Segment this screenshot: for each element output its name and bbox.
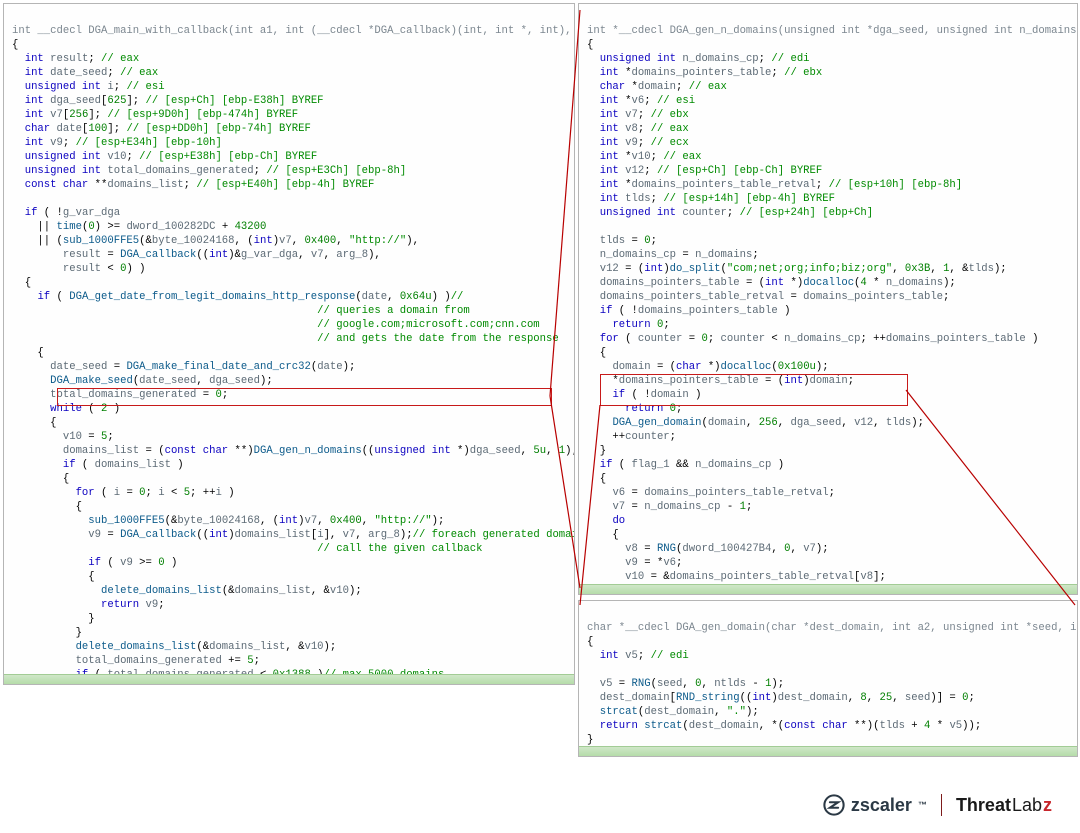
logo-bar: zscaler ™ ThreatLabz <box>0 777 1080 833</box>
code-block-main[interactable]: int __cdecl DGA_main_with_callback(int a… <box>4 4 574 685</box>
zscaler-icon <box>823 794 845 816</box>
pane-footer <box>579 746 1077 756</box>
decompiler-pane-right-bottom: char *__cdecl DGA_gen_domain(char *dest_… <box>578 600 1078 757</box>
pane-footer <box>579 584 1077 594</box>
fn-signature: char *__cdecl DGA_gen_domain(char *dest_… <box>587 622 1078 634</box>
zscaler-logo: zscaler ™ <box>823 794 927 816</box>
tm-mark: ™ <box>918 798 927 812</box>
decompiler-pane-left: int __cdecl DGA_main_with_callback(int a… <box>3 3 575 685</box>
fn-signature: int __cdecl DGA_main_with_callback(int a… <box>12 25 575 37</box>
screenshot-root: int __cdecl DGA_main_with_callback(int a… <box>0 0 1080 833</box>
threat-text: Threat <box>956 798 1011 812</box>
zscaler-text: zscaler <box>851 798 912 812</box>
decompiler-pane-right-top: int *__cdecl DGA_gen_n_domains(unsigned … <box>578 3 1078 595</box>
lab-text: Lab <box>1012 798 1042 812</box>
z-text: z <box>1043 798 1052 812</box>
fn-signature: int *__cdecl DGA_gen_n_domains(unsigned … <box>587 25 1078 37</box>
pane-footer <box>4 674 574 684</box>
code-block-gen-domain[interactable]: char *__cdecl DGA_gen_domain(char *dest_… <box>579 601 1077 757</box>
code-block-gen-n-domains[interactable]: int *__cdecl DGA_gen_n_domains(unsigned … <box>579 4 1077 595</box>
brand-divider <box>941 794 942 816</box>
threatlabz-logo: ThreatLabz <box>956 798 1052 812</box>
